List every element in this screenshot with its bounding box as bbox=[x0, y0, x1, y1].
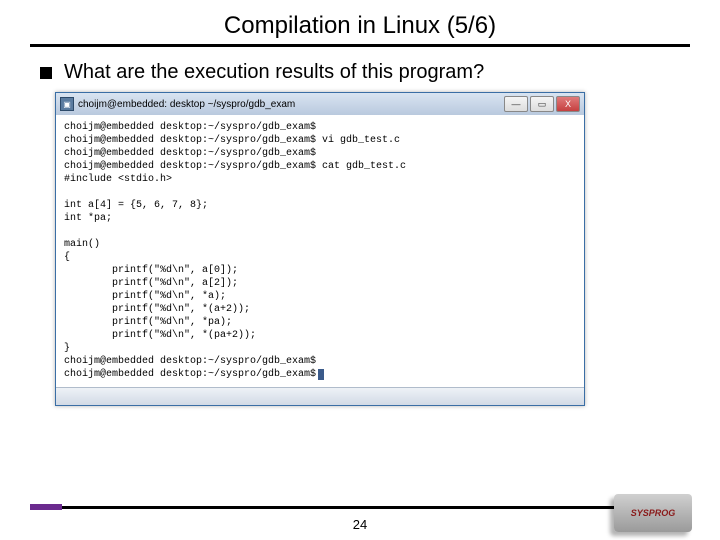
logo-image: SYSPROG bbox=[614, 494, 692, 532]
window-statusbar bbox=[56, 387, 584, 405]
window-titlebar: ▣ choijm@embedded: desktop ~/syspro/gdb_… bbox=[56, 93, 584, 115]
footer-rule bbox=[62, 506, 690, 509]
slide-title: Compilation in Linux (5/6) bbox=[0, 0, 720, 44]
bullet-text: What are the execution results of this p… bbox=[64, 61, 484, 84]
cursor-icon bbox=[318, 369, 324, 380]
window-controls: — ▭ X bbox=[504, 96, 580, 112]
terminal-window-container: ▣ choijm@embedded: desktop ~/syspro/gdb_… bbox=[0, 92, 720, 406]
bullet-square-icon bbox=[40, 67, 52, 79]
titlebar-left: ▣ choijm@embedded: desktop ~/syspro/gdb_… bbox=[60, 97, 295, 111]
maximize-button[interactable]: ▭ bbox=[530, 96, 554, 112]
close-button[interactable]: X bbox=[556, 96, 580, 112]
terminal-body: choijm@embedded desktop:~/syspro/gdb_exa… bbox=[56, 115, 584, 387]
footer-bar bbox=[30, 504, 690, 510]
page-number: 24 bbox=[0, 517, 720, 532]
terminal-icon: ▣ bbox=[60, 97, 74, 111]
minimize-button[interactable]: — bbox=[504, 96, 528, 112]
title-rule bbox=[30, 44, 690, 47]
terminal-window: ▣ choijm@embedded: desktop ~/syspro/gdb_… bbox=[55, 92, 585, 406]
window-title-text: choijm@embedded: desktop ~/syspro/gdb_ex… bbox=[78, 99, 295, 110]
bullet-item: What are the execution results of this p… bbox=[40, 61, 720, 84]
footer-accent bbox=[30, 504, 62, 510]
